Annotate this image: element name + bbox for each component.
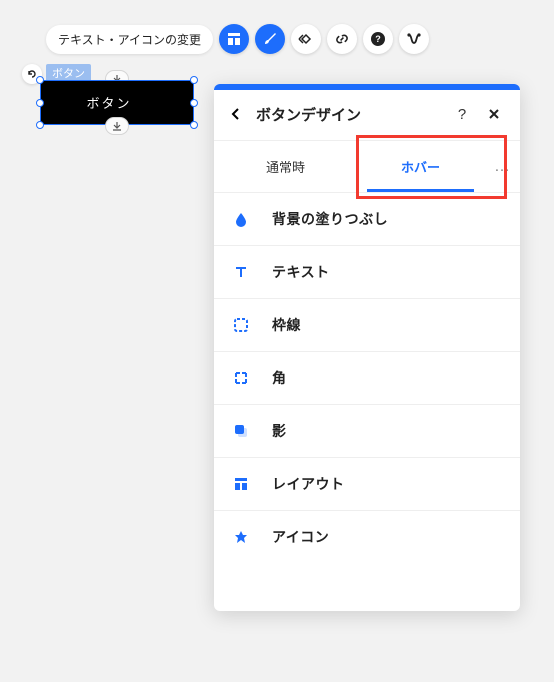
- brush-icon: [262, 31, 278, 47]
- layout-tool-button[interactable]: [219, 24, 249, 54]
- section-fill[interactable]: 背景の塗りつぶし: [214, 192, 520, 245]
- canvas-selection[interactable]: ボタン: [40, 80, 194, 125]
- chevron-left-icon: [229, 107, 243, 121]
- section-layout[interactable]: レイアウト: [214, 457, 520, 510]
- button-element-label: ボタン: [86, 93, 131, 112]
- resize-handle-mr[interactable]: [190, 99, 198, 107]
- icon-section-icon: [232, 528, 250, 546]
- button-design-panel: ボタンデザイン ? 通常時 ホバー … 背景の塗りつぶし テキスト 枠線 角: [214, 84, 520, 611]
- layout-section-icon: [232, 475, 250, 493]
- panel-title: ボタンデザイン: [256, 104, 442, 125]
- design-tool-button[interactable]: [255, 24, 285, 54]
- panel-footer: [214, 563, 520, 611]
- resize-handle-tl[interactable]: [36, 76, 44, 84]
- border-icon: [232, 316, 250, 334]
- section-label: 影: [272, 421, 287, 441]
- section-corner[interactable]: 角: [214, 351, 520, 404]
- panel-back-button[interactable]: [224, 102, 248, 126]
- close-icon: [487, 107, 501, 121]
- section-border[interactable]: 枠線: [214, 298, 520, 351]
- section-label: テキスト: [272, 262, 330, 282]
- resize-handle-tr[interactable]: [190, 76, 198, 84]
- section-label: レイアウト: [272, 474, 345, 494]
- help-circle-icon: ?: [370, 31, 386, 47]
- panel-close-button[interactable]: [482, 102, 506, 126]
- link-icon: [334, 31, 350, 47]
- fill-icon: [232, 210, 250, 228]
- tabs-more-button[interactable]: …: [488, 141, 516, 192]
- tab-hover[interactable]: ホバー: [353, 141, 488, 192]
- section-label: 角: [272, 368, 287, 388]
- shadow-icon: [232, 422, 250, 440]
- corner-icon: [232, 369, 250, 387]
- resize-handle-ml[interactable]: [36, 99, 44, 107]
- context-toolbar: テキスト・アイコンの変更 ?: [46, 24, 429, 54]
- layout-icon: [226, 31, 242, 47]
- animation-icon: [298, 31, 314, 47]
- section-text[interactable]: テキスト: [214, 245, 520, 298]
- download-icon: [112, 121, 122, 131]
- more-tool-button[interactable]: [399, 24, 429, 54]
- resize-handle-br[interactable]: [190, 121, 198, 129]
- panel-header: ボタンデザイン ?: [214, 90, 520, 141]
- help-tool-button[interactable]: ?: [363, 24, 393, 54]
- link-tool-button[interactable]: [327, 24, 357, 54]
- section-shadow[interactable]: 影: [214, 404, 520, 457]
- state-tabs: 通常時 ホバー …: [214, 141, 520, 192]
- animation-tool-button[interactable]: [291, 24, 321, 54]
- change-text-icon-button[interactable]: テキスト・アイコンの変更: [46, 25, 213, 54]
- section-icon[interactable]: アイコン: [214, 510, 520, 563]
- section-label: 背景の塗りつぶし: [272, 209, 388, 229]
- chevron-right-icon: [138, 98, 148, 108]
- panel-help-button[interactable]: ?: [450, 102, 474, 126]
- resize-handle-bl[interactable]: [36, 121, 44, 129]
- text-icon: [232, 263, 250, 281]
- tab-normal[interactable]: 通常時: [218, 141, 353, 192]
- path-icon: [406, 31, 422, 47]
- selection-handle-bottom[interactable]: [105, 117, 129, 135]
- section-label: アイコン: [272, 527, 329, 547]
- svg-text:?: ?: [375, 34, 381, 44]
- section-label: 枠線: [272, 315, 301, 335]
